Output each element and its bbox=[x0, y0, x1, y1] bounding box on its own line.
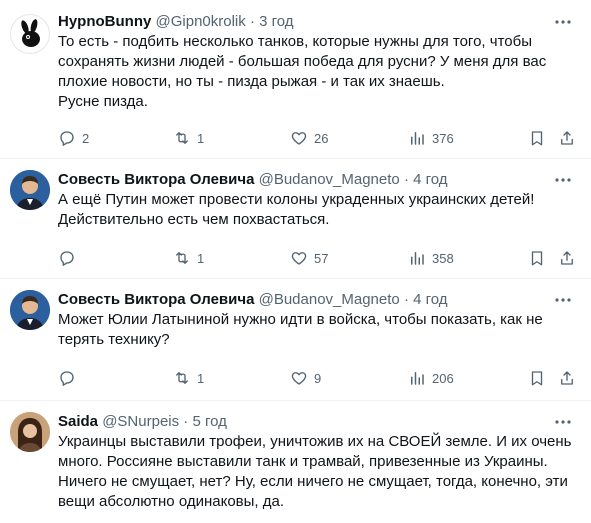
retweet-icon bbox=[176, 252, 188, 264]
views-button[interactable]: 206 bbox=[408, 368, 454, 388]
action-bar: 2 1 26 376 bbox=[58, 128, 578, 148]
timestamp[interactable]: 4 год bbox=[413, 171, 447, 188]
user-name[interactable]: Совесть Виктора Олевича bbox=[58, 171, 254, 188]
like-button[interactable]: 57 bbox=[290, 248, 328, 268]
user-name[interactable]: Совесть Виктора Олевича bbox=[58, 291, 254, 308]
separator-dot: · bbox=[183, 413, 189, 430]
tweet-header: Совесть Виктора Олевича @Budanov_Magneto… bbox=[58, 290, 448, 310]
separator-dot: · bbox=[249, 13, 255, 30]
bunny-avatar-icon bbox=[21, 19, 40, 47]
retweet-count: 1 bbox=[197, 370, 205, 386]
reply-button[interactable]: 2 bbox=[58, 128, 89, 148]
retweet-count: 1 bbox=[197, 250, 205, 266]
bookmark-icon bbox=[531, 131, 543, 146]
reply-icon bbox=[60, 251, 74, 266]
tweet[interactable]: Совесть Виктора Олевича @Budanov_Magneto… bbox=[0, 278, 591, 401]
bookmark-button[interactable] bbox=[528, 128, 546, 148]
like-count: 9 bbox=[314, 370, 322, 386]
retweet-button[interactable]: 1 bbox=[173, 128, 204, 148]
share-icon bbox=[561, 371, 573, 385]
tweet-text: Украинцы выставили трофеи, уничтожив их … bbox=[58, 433, 572, 510]
separator-dot: · bbox=[403, 291, 409, 308]
bookmark-button[interactable] bbox=[528, 248, 546, 268]
more-button[interactable] bbox=[553, 14, 573, 30]
reply-button[interactable] bbox=[58, 248, 76, 268]
retweet-button[interactable]: 1 bbox=[173, 248, 204, 268]
more-button[interactable] bbox=[553, 414, 573, 430]
user-name[interactable]: Saida bbox=[58, 413, 98, 430]
tweet[interactable]: HypnoBunny @Gipn0krolik · 3 год То есть … bbox=[0, 0, 591, 159]
timestamp[interactable]: 5 год bbox=[192, 413, 226, 430]
views-count: 206 bbox=[432, 370, 454, 386]
views-count: 358 bbox=[432, 250, 454, 266]
action-bar: 1 9 206 bbox=[58, 368, 578, 388]
avatar[interactable] bbox=[10, 290, 50, 330]
more-icon bbox=[555, 178, 571, 182]
views-icon bbox=[411, 252, 424, 265]
user-handle[interactable]: @Budanov_Magneto bbox=[259, 171, 400, 188]
views-button[interactable]: 358 bbox=[408, 248, 454, 268]
views-count: 376 bbox=[432, 130, 454, 146]
share-button[interactable] bbox=[558, 368, 576, 388]
retweet-count: 1 bbox=[197, 130, 205, 146]
tweet-header: HypnoBunny @Gipn0krolik · 3 год bbox=[58, 12, 294, 32]
user-handle[interactable]: @Gipn0krolik bbox=[156, 13, 246, 30]
heart-icon bbox=[291, 372, 307, 385]
reply-count: 2 bbox=[82, 130, 90, 146]
reply-icon bbox=[60, 131, 74, 146]
retweet-icon bbox=[176, 132, 188, 144]
avatar[interactable] bbox=[10, 170, 50, 210]
share-button[interactable] bbox=[558, 128, 576, 148]
user-handle[interactable]: @SNurpeis bbox=[102, 413, 179, 430]
bookmark-icon bbox=[531, 251, 543, 266]
more-icon bbox=[555, 20, 571, 24]
timestamp[interactable]: 4 год bbox=[413, 291, 447, 308]
more-button[interactable] bbox=[553, 172, 573, 188]
like-count: 26 bbox=[314, 130, 329, 146]
retweet-icon bbox=[176, 372, 188, 384]
bookmark-icon bbox=[531, 371, 543, 386]
action-bar: 1 57 358 bbox=[58, 248, 578, 268]
share-icon bbox=[561, 251, 573, 265]
reply-icon bbox=[60, 371, 74, 386]
reply-button[interactable] bbox=[58, 368, 76, 388]
user-handle[interactable]: @Budanov_Magneto bbox=[259, 291, 400, 308]
tweet[interactable]: Совесть Виктора Олевича @Budanov_Magneto… bbox=[0, 158, 591, 279]
user-name[interactable]: HypnoBunny bbox=[58, 13, 151, 30]
views-icon bbox=[411, 372, 424, 385]
like-button[interactable]: 26 bbox=[290, 128, 328, 148]
separator-dot: · bbox=[403, 171, 409, 188]
views-icon bbox=[411, 132, 424, 145]
like-button[interactable]: 9 bbox=[290, 368, 321, 388]
tweet-text: То есть - подбить несколько танков, кото… bbox=[58, 33, 547, 110]
tweet-text: Может Юлии Латыниной нужно идти в войска… bbox=[58, 311, 543, 348]
bookmark-button[interactable] bbox=[528, 368, 546, 388]
tweet-header: Совесть Виктора Олевича @Budanov_Magneto… bbox=[58, 170, 448, 190]
share-button[interactable] bbox=[558, 248, 576, 268]
tweet-text: А ещё Путин может провести колоны украде… bbox=[58, 191, 535, 228]
retweet-button[interactable]: 1 bbox=[173, 368, 204, 388]
tweet-header: Saida @SNurpeis · 5 год bbox=[58, 412, 227, 432]
person-avatar-icon bbox=[10, 170, 50, 210]
timestamp[interactable]: 3 год bbox=[259, 13, 293, 30]
more-icon bbox=[555, 420, 571, 424]
person-avatar-icon bbox=[10, 412, 50, 452]
person-avatar-icon bbox=[10, 290, 50, 330]
tweet[interactable]: Saida @SNurpeis · 5 год Украинцы выстави… bbox=[0, 400, 591, 523]
heart-icon bbox=[291, 132, 307, 145]
more-icon bbox=[555, 298, 571, 302]
views-button[interactable]: 376 bbox=[408, 128, 454, 148]
like-count: 57 bbox=[314, 250, 329, 266]
heart-icon bbox=[291, 252, 307, 265]
avatar[interactable] bbox=[10, 412, 50, 452]
avatar[interactable] bbox=[10, 14, 50, 54]
share-icon bbox=[561, 131, 573, 145]
more-button[interactable] bbox=[553, 292, 573, 308]
